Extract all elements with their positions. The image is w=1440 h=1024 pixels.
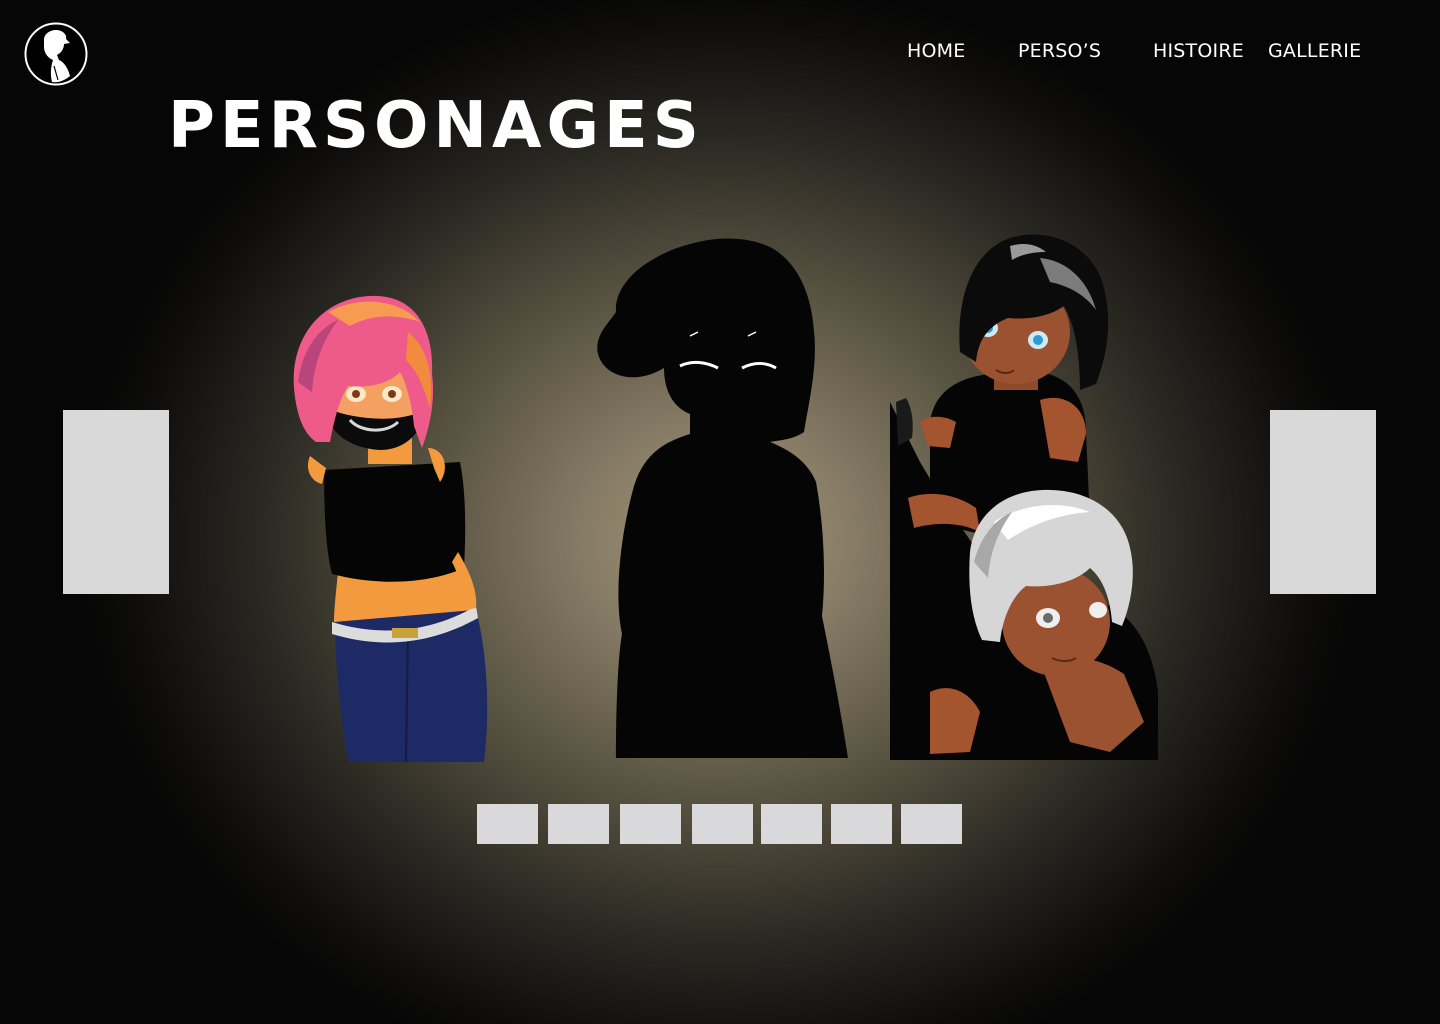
carousel-dot[interactable] [761, 804, 822, 844]
character-card-pink-hair[interactable] [288, 292, 498, 762]
carousel-pagination [0, 804, 1440, 844]
carousel-dot[interactable] [831, 804, 892, 844]
duo-character-image [890, 234, 1158, 760]
carousel-dot[interactable] [477, 804, 538, 844]
mystery-silhouette-character-image [597, 238, 848, 758]
carousel-prev-button[interactable] [63, 410, 169, 594]
pink-hair-character-image [293, 295, 488, 762]
page-title: PERSONAGES [168, 89, 704, 163]
carousel-next-button[interactable] [1270, 410, 1376, 594]
carousel-dot[interactable] [692, 804, 753, 844]
nav-home-link[interactable]: HOME [907, 40, 965, 62]
nav-histoire-link[interactable]: HISTOIRE [1153, 40, 1244, 62]
carousel-dot[interactable] [548, 804, 609, 844]
carousel-dot[interactable] [620, 804, 681, 844]
nav-gallerie-link[interactable]: GALLERIE [1268, 40, 1361, 62]
character-card-duo[interactable] [890, 222, 1160, 760]
main-nav: HOME PERSO’S HISTOIRE GALLERIE [0, 40, 1440, 70]
nav-persos-link[interactable]: PERSO’S [1018, 40, 1101, 62]
carousel-dot[interactable] [901, 804, 962, 844]
character-card-mystery-silhouette[interactable] [594, 236, 852, 758]
